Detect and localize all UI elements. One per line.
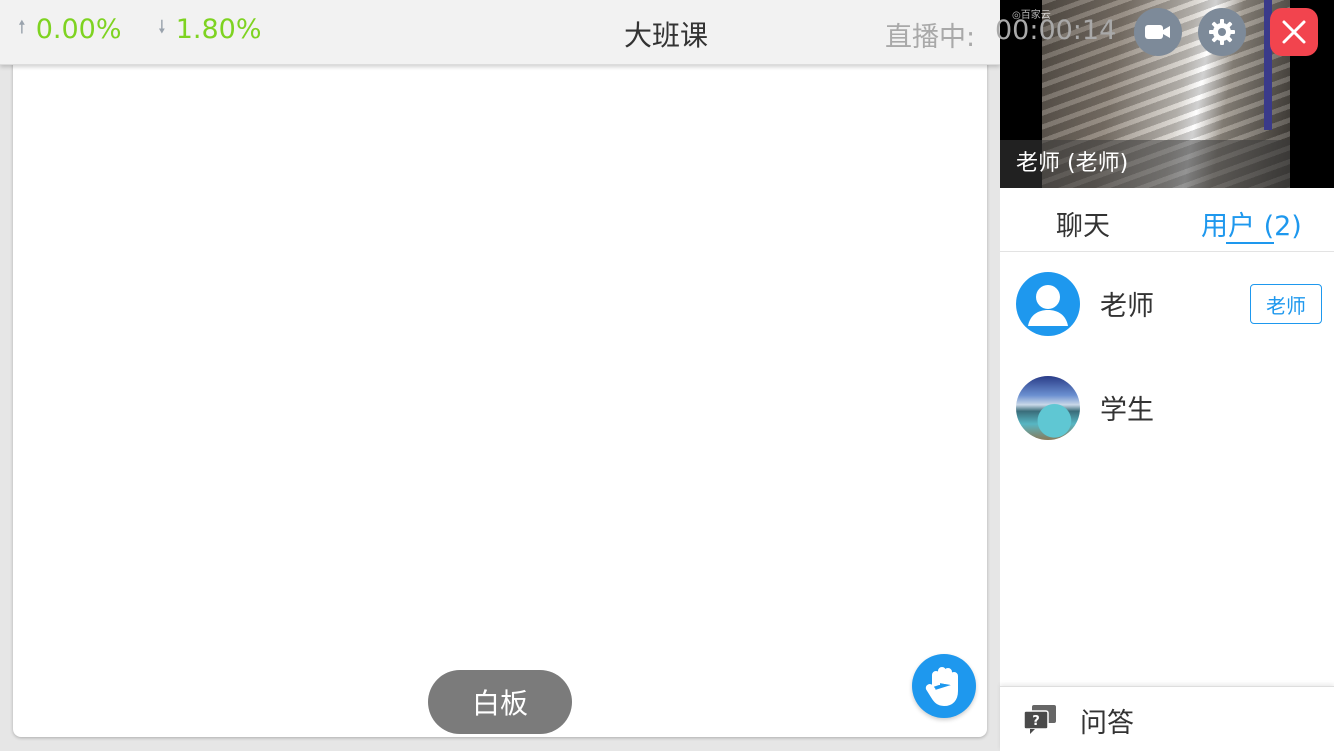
video-caption: 老师 (老师) xyxy=(1000,140,1290,188)
svg-text:?: ? xyxy=(1032,714,1040,729)
whiteboard-button[interactable]: 白板 xyxy=(428,670,572,734)
qa-label: 问答 xyxy=(1080,708,1134,739)
role-badge: 老师 xyxy=(1250,284,1322,324)
whiteboard-area[interactable] xyxy=(13,58,987,737)
close-icon xyxy=(1282,20,1306,44)
arrow-down-icon: 🠗 xyxy=(158,16,166,38)
tab-users[interactable]: 用户 (2) xyxy=(1201,204,1302,243)
live-status-label: 直播中: xyxy=(885,22,976,53)
user-name: 学生 xyxy=(1100,395,1154,426)
class-title: 大班课 xyxy=(623,19,708,52)
tab-chat[interactable]: 聊天 xyxy=(1056,204,1110,243)
arrow-up-icon: 🠕 xyxy=(18,16,26,38)
camera-button[interactable] xyxy=(1134,8,1182,56)
user-icon xyxy=(1028,285,1068,326)
sidebar: ◎百家云 老师 (老师) 聊天 用户 (2) 老师 老师 学生 ? 问答 xyxy=(1000,0,1334,751)
download-loss-stat: 🠗 1.80% xyxy=(158,14,262,45)
gear-icon xyxy=(1209,19,1235,45)
user-list-item[interactable]: 老师 老师 xyxy=(1000,252,1334,352)
raise-hand-icon xyxy=(925,667,958,706)
sidebar-tabs: 聊天 用户 (2) xyxy=(1000,188,1334,252)
user-list-item[interactable]: 学生 xyxy=(1000,356,1334,456)
avatar xyxy=(1016,272,1080,336)
qa-icon: ? xyxy=(1022,703,1058,739)
settings-button[interactable] xyxy=(1198,8,1246,56)
video-camera-icon xyxy=(1145,25,1170,39)
user-name: 老师 xyxy=(1100,291,1154,322)
upload-loss-stat: 🠕 0.00% xyxy=(18,14,122,45)
raise-hand-button[interactable] xyxy=(912,654,976,718)
download-loss-value: 1.80% xyxy=(175,14,262,45)
close-button[interactable] xyxy=(1270,8,1318,56)
qa-bar[interactable]: ? 问答 xyxy=(1000,686,1334,751)
active-tab-indicator xyxy=(1226,242,1274,244)
top-bar: 🠕 0.00% 🠗 1.80% 大班课 xyxy=(0,0,1000,65)
avatar xyxy=(1016,376,1080,440)
upload-loss-value: 0.00% xyxy=(35,14,122,45)
live-timer: 00:00:14 xyxy=(995,15,1117,46)
